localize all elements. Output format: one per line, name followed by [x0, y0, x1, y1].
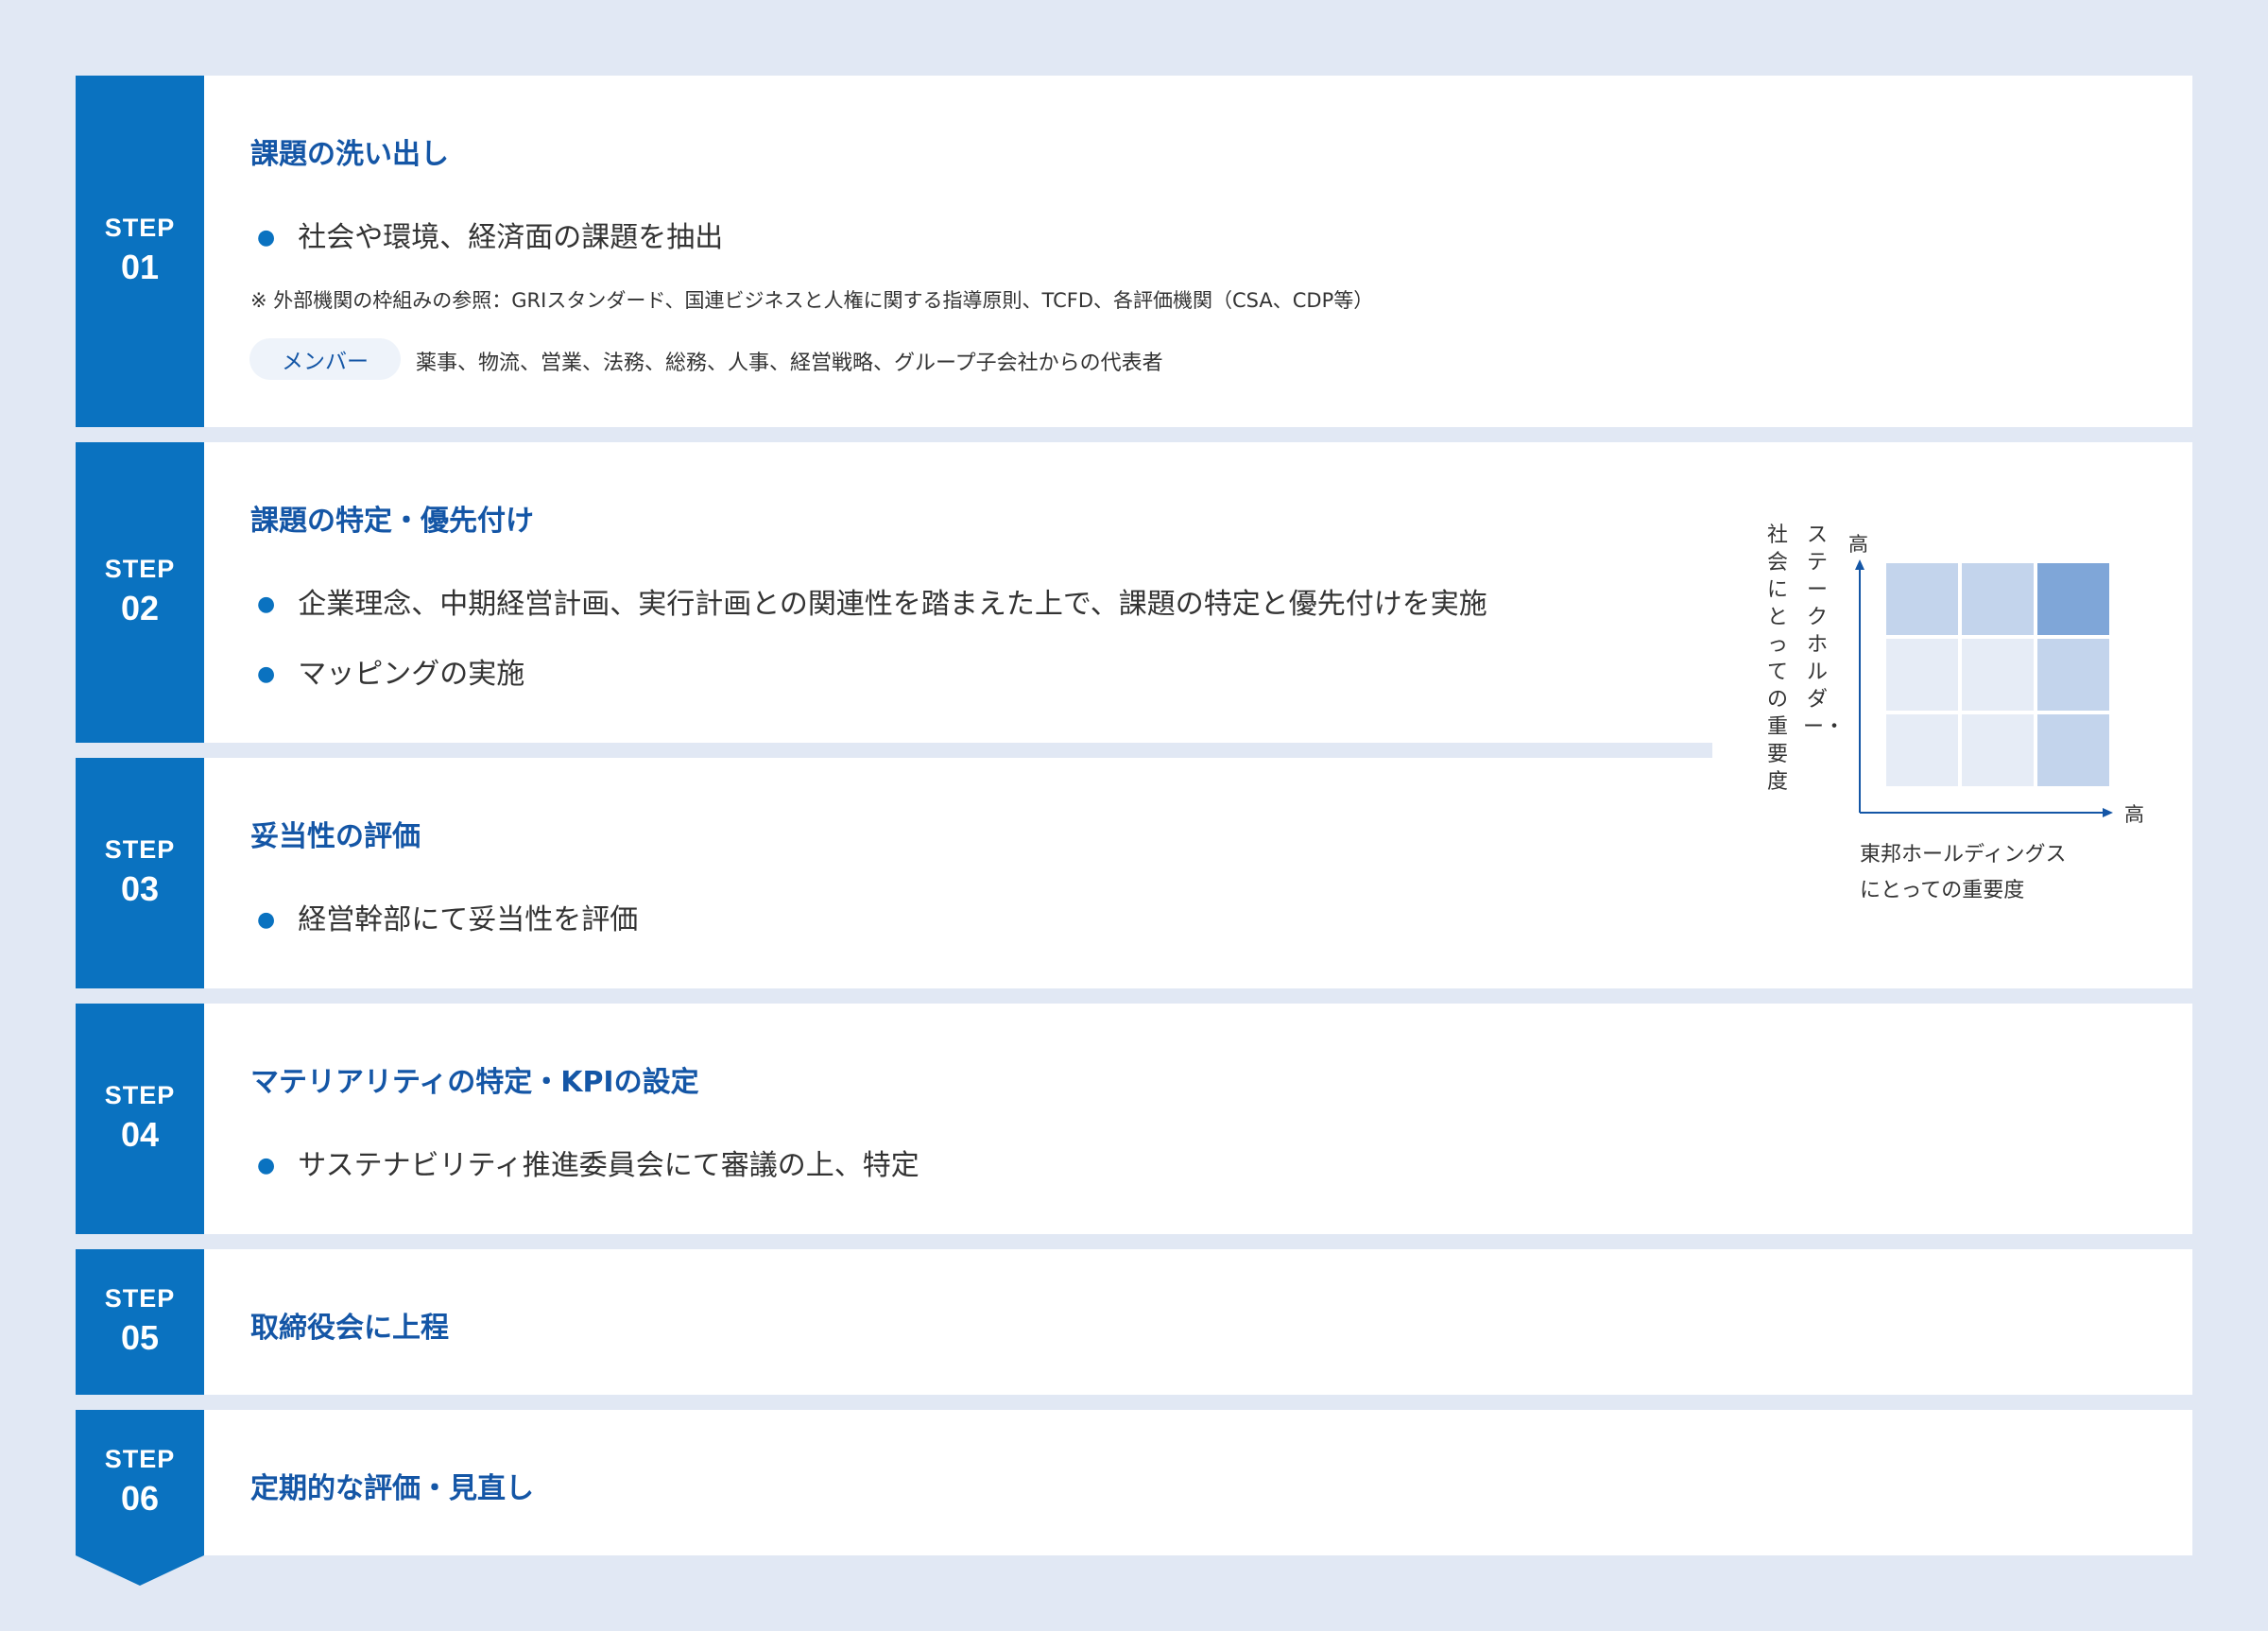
step-02-bullet-1: ● 企業理念、中期経営計画、実行計画との関連性を踏まえた上で、課題の特定と優先付け… — [257, 588, 1487, 621]
matrix-grid — [1886, 563, 2109, 786]
matrix-cell — [1886, 639, 1958, 711]
step-06-title: 定期的な評価・見直し — [250, 1472, 534, 1505]
step-label: STEP — [104, 1284, 176, 1313]
bullet-dot-icon: ● — [257, 1154, 276, 1177]
bullet-dot-icon: ● — [257, 908, 276, 932]
step-number: 02 — [120, 589, 160, 627]
step-04-title: マテリアリティの特定・KPIの設定 — [250, 1066, 699, 1099]
step-01-badge: STEP 01 — [76, 76, 204, 427]
step-01-panel: STEP 01 課題の洗い出し ● 社会や環境、経済面の課題を抽出 ※ 外部機関の… — [76, 76, 2192, 427]
step-04-bullet-1: ● サステナビリティ推進委員会にて審議の上、特定 — [257, 1149, 919, 1182]
matrix-x-high-label: 高 — [2124, 803, 2144, 826]
matrix-cell — [2037, 563, 2109, 635]
step-label: STEP — [104, 1445, 176, 1473]
bullet-dot-icon: ● — [257, 592, 276, 616]
matrix-x-label-line-2: にとっての重要度 — [1860, 879, 2025, 902]
bullet-dot-icon: ● — [257, 226, 276, 249]
step-05-title: 取締役会に上程 — [250, 1312, 449, 1345]
matrix-cell — [2037, 639, 2109, 711]
step-label: STEP — [104, 555, 176, 583]
matrix-y-label-line-1: ステークホルダー・ — [1803, 524, 1846, 739]
step-06-panel: STEP 06 定期的な評価・見直し — [76, 1410, 2192, 1555]
step-03-title: 妥当性の評価 — [250, 820, 421, 853]
step-06-badge: STEP 06 — [76, 1410, 204, 1555]
matrix-y-label-line-2: 社会にとっての重要度 — [1766, 524, 1788, 794]
matrix-cell — [1886, 563, 1958, 635]
materiality-matrix — [1855, 559, 2113, 817]
step-number: 01 — [120, 248, 160, 286]
bullet-dot-icon: ● — [257, 662, 276, 686]
step-03-badge: STEP 03 — [76, 758, 204, 988]
member-badge: メンバー — [249, 338, 401, 380]
matrix-cell — [1962, 639, 2034, 711]
step-01-title: 課題の洗い出し — [250, 138, 449, 171]
step-01-note: ※ 外部機関の枠組みの参照：GRIスタンダード、国連ビジネスと人権に関する指導原… — [250, 289, 1374, 312]
step-04-badge: STEP 04 — [76, 1004, 204, 1234]
matrix-cell — [1962, 714, 2034, 786]
matrix-x-label-line-1: 東邦ホールディングス — [1860, 843, 2067, 867]
step-02-badge: STEP 02 — [76, 442, 204, 743]
step-02-title: 課題の特定・優先付け — [250, 505, 534, 538]
step-number: 04 — [120, 1115, 160, 1154]
step-04-panel: STEP 04 マテリアリティの特定・KPIの設定 ● サステナビリティ推進委員会… — [76, 1004, 2192, 1234]
matrix-x-arrow-icon — [2103, 808, 2113, 817]
step-02-bullet-2: ● マッピングの実施 — [257, 658, 525, 691]
step-number: 03 — [120, 869, 160, 908]
step-01-bullet-1: ● 社会や環境、経済面の課題を抽出 — [257, 221, 724, 254]
step-05-badge: STEP 05 — [76, 1249, 204, 1395]
step-label: STEP — [104, 214, 176, 242]
step-05-panel: STEP 05 取締役会に上程 — [76, 1249, 2192, 1395]
step-number: 06 — [120, 1479, 160, 1518]
member-list: 薬事、物流、営業、法務、総務、人事、経営戦略、グループ子会社からの代表者 — [416, 352, 1163, 375]
matrix-y-high-label: 高 — [1848, 533, 1868, 556]
step-03-bullet-1: ● 経営幹部にて妥当性を評価 — [257, 903, 639, 936]
matrix-cell — [2037, 714, 2109, 786]
matrix-cell — [1886, 714, 1958, 786]
step-number: 05 — [120, 1318, 160, 1357]
matrix-cell — [1962, 563, 2034, 635]
step-label: STEP — [104, 1081, 176, 1109]
step-label: STEP — [104, 835, 176, 864]
flow-arrow-icon — [76, 1555, 204, 1586]
matrix-y-arrow-icon — [1855, 559, 1864, 570]
